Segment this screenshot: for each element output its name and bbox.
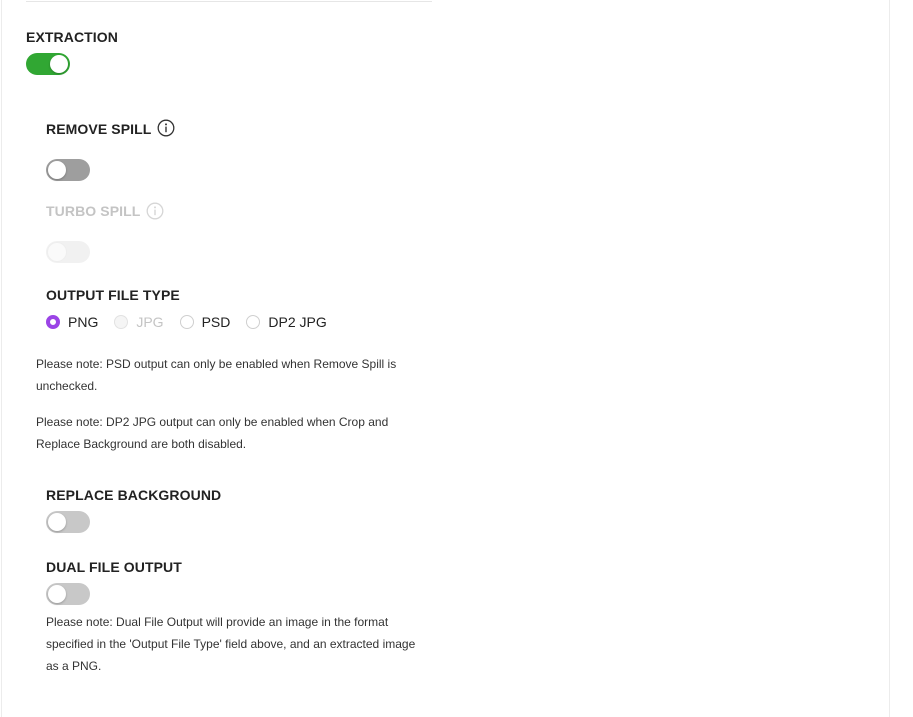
radio-label: PNG — [68, 314, 99, 330]
note-line: Please note: DP2 JPG output can only be … — [36, 415, 389, 429]
turbo-spill-heading: TURBO SPILL — [46, 203, 141, 219]
radio-button[interactable] — [46, 315, 60, 329]
note-line: Replace Background are both disabled. — [36, 437, 247, 451]
radio-dp2-jpg[interactable]: DP2 JPG — [246, 313, 327, 331]
note-line: Please note: Dual File Output will provi… — [46, 615, 389, 629]
toggle-knob — [50, 55, 68, 73]
radio-button — [114, 315, 129, 329]
output-file-type-heading: OUTPUT FILE TYPE — [46, 287, 180, 303]
toggle-knob — [48, 161, 66, 179]
radio-label: DP2 JPG — [268, 314, 327, 330]
toggle-knob — [48, 585, 66, 603]
info-icon — [146, 202, 164, 220]
radio-png[interactable]: PNG — [46, 313, 98, 331]
output-file-type-radio-group: PNG JPG PSD DP2 JPG — [46, 313, 343, 331]
psd-note: Please note: PSD output can only be enab… — [36, 353, 396, 397]
turbo-spill-toggle — [46, 241, 90, 263]
note-line: Please note: PSD output can only be enab… — [36, 357, 397, 371]
toggle-knob — [48, 243, 66, 261]
radio-psd[interactable]: PSD — [179, 313, 231, 331]
top-divider — [26, 1, 432, 2]
note-line: specified in the 'Output File Type' fiel… — [46, 637, 416, 651]
note-line: as a PNG. — [46, 659, 102, 673]
extraction-toggle[interactable] — [26, 53, 70, 75]
remove-spill-toggle[interactable] — [46, 159, 90, 181]
radio-label: PSD — [201, 314, 231, 330]
extraction-heading: EXTRACTION — [26, 29, 118, 45]
note-line: unchecked. — [36, 379, 98, 393]
radio-jpg: JPG — [114, 313, 164, 331]
settings-page: EXTRACTION REMOVE SPILL TURBO SPILL OUTP… — [0, 0, 913, 717]
radio-button[interactable] — [179, 315, 194, 329]
dual-file-output-note: Please note: Dual File Output will provi… — [46, 611, 415, 677]
remove-spill-heading: REMOVE SPILL — [46, 121, 152, 137]
info-icon[interactable] — [157, 119, 175, 137]
dual-file-output-heading: DUAL FILE OUTPUT — [46, 559, 182, 575]
dp2-note: Please note: DP2 JPG output can only be … — [36, 411, 388, 455]
replace-background-toggle[interactable] — [46, 511, 90, 533]
replace-background-heading: REPLACE BACKGROUND — [46, 487, 222, 503]
radio-button[interactable] — [246, 315, 261, 329]
radio-label: JPG — [136, 314, 164, 330]
toggle-knob — [48, 513, 66, 531]
dual-file-output-toggle[interactable] — [46, 583, 90, 605]
